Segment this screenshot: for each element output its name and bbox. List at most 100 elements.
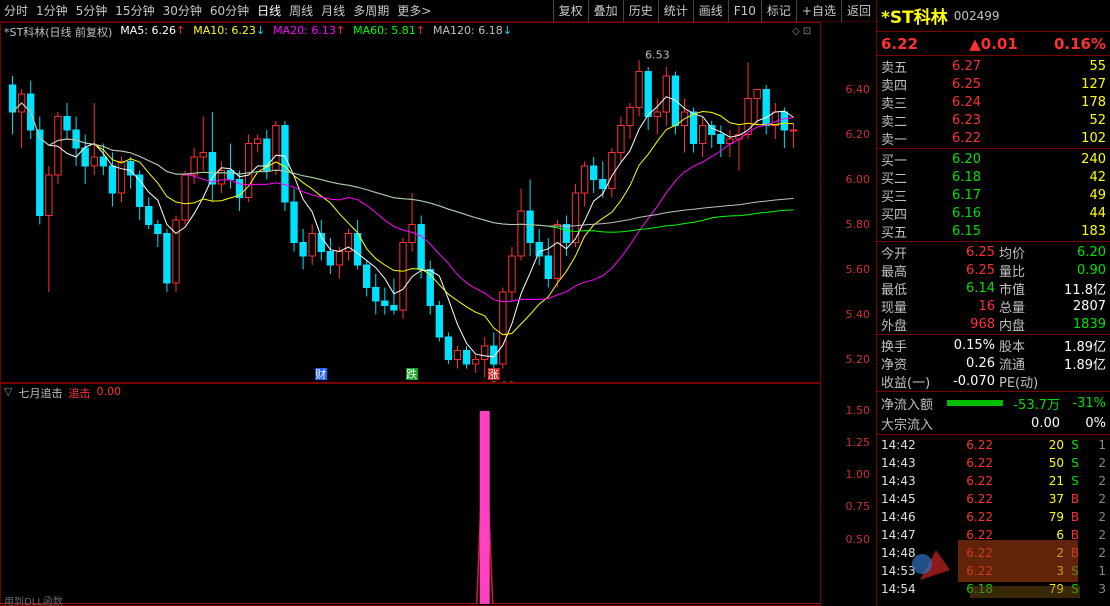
stat-label: 净资 <box>881 357 908 373</box>
tool-button-4[interactable]: 画线 <box>692 0 728 22</box>
tick-volume: 50 <box>1048 456 1064 470</box>
tick-row: 14:53 6.22 3 S 1 <box>877 562 1110 580</box>
tick-price: 6.22 <box>966 492 993 506</box>
stat-label: 外盘 <box>881 318 908 334</box>
candle-body <box>335 251 344 266</box>
tick-volume: 3 <box>1056 564 1064 578</box>
candle-body <box>190 156 198 176</box>
asks-label: 卖三 <box>881 96 908 112</box>
tick-time: 14:43 <box>881 456 916 470</box>
tick-count: 2 <box>1098 510 1106 524</box>
candle-body <box>90 156 98 167</box>
stat-label: 换手 <box>881 339 908 355</box>
asks-row[interactable]: 卖四 6.25 127 <box>877 75 1110 94</box>
bids-row[interactable]: 买五 6.15 183 <box>877 222 1110 241</box>
tick-side: B <box>1070 546 1080 560</box>
tab-period-1[interactable]: 1分钟 <box>32 0 72 22</box>
tool-button-2[interactable]: 历史 <box>622 0 658 22</box>
bids-volume: 49 <box>1089 187 1106 203</box>
tool-button-7[interactable]: +自选 <box>795 0 841 22</box>
candle-body <box>72 129 80 149</box>
candle-body <box>635 71 643 108</box>
stat-row: 现量 16 总量 2807 <box>877 297 1110 316</box>
candle-body <box>36 129 44 216</box>
bids-row[interactable]: 买三 6.17 49 <box>877 186 1110 205</box>
tick-count: 2 <box>1098 456 1106 470</box>
tab-period-10[interactable]: 更多> <box>393 0 435 22</box>
tab-period-7[interactable]: 周线 <box>285 0 317 22</box>
tab-period-3[interactable]: 15分钟 <box>111 0 158 22</box>
bids-row[interactable]: 买一 6.20 240 <box>877 150 1110 169</box>
tick-list[interactable]: 14:42 6.22 20 S 1 14:43 6.22 50 S 2 14:43 6.22 21 S 2 1… <box>877 435 1110 599</box>
bids-row[interactable]: 买二 6.18 42 <box>877 168 1110 187</box>
price-change-pct: 0.16% <box>1053 34 1106 53</box>
tick-count: 2 <box>1098 528 1106 542</box>
asks-price: 6.27 <box>952 58 981 74</box>
tab-period-2[interactable]: 5分钟 <box>72 0 112 22</box>
bids-label: 买三 <box>881 189 908 205</box>
tool-button-1[interactable]: 叠加 <box>587 0 623 22</box>
candle-body <box>363 264 371 288</box>
candle-body <box>290 201 298 243</box>
indicator-tick-label: 0.75 <box>845 500 871 514</box>
stats-table-2: 换手 0.15% 股本 1.89亿 净资 0.26 流通 1.89亿 收益(一) -0.070 PE… <box>877 335 1110 392</box>
candle-body <box>81 147 89 167</box>
tab-period-5[interactable]: 60分钟 <box>206 0 253 22</box>
net-flow-bar <box>947 400 1003 406</box>
asks-row[interactable]: 卖二 6.23 52 <box>877 111 1110 130</box>
tab-period-8[interactable]: 月线 <box>317 0 349 22</box>
candle-body <box>535 242 543 257</box>
stat-value: 1.89亿 <box>1064 339 1106 355</box>
price-tick-label: 5.40 <box>845 307 871 321</box>
asks-volume: 102 <box>1081 130 1106 146</box>
stat-value: 16 <box>978 298 995 314</box>
asks-row[interactable]: 卖一 6.22 102 <box>877 129 1110 148</box>
price-tick-label: 6.20 <box>845 127 871 141</box>
tab-period-4[interactable]: 30分钟 <box>159 0 206 22</box>
stat-value: 0.15% <box>953 337 995 353</box>
price-tick-label: 5.20 <box>845 352 871 366</box>
candle-body <box>762 89 770 126</box>
tick-row: 14:45 6.22 37 B 2 <box>877 490 1110 508</box>
stat-label: 总量 <box>999 300 1026 316</box>
tab-period-0[interactable]: 分时 <box>0 0 32 22</box>
tool-button-8[interactable]: 返回 <box>840 0 876 22</box>
bids-row[interactable]: 买四 6.16 44 <box>877 204 1110 223</box>
asks-row[interactable]: 卖三 6.24 178 <box>877 93 1110 112</box>
tick-time: 14:46 <box>881 510 916 524</box>
tick-time: 14:43 <box>881 474 916 488</box>
tool-button-0[interactable]: 复权 <box>552 0 588 22</box>
candlestick-chart[interactable]: 6.535.12财跌涨 <box>0 40 820 382</box>
tick-side: S <box>1071 456 1079 470</box>
candle-body <box>299 242 307 257</box>
tick-volume: 6 <box>1056 528 1064 542</box>
tool-button-3[interactable]: 统计 <box>657 0 693 22</box>
stat-value: 6.25 <box>966 244 995 260</box>
tick-side: B <box>1070 492 1080 506</box>
signal-line <box>0 410 820 604</box>
asks-row[interactable]: 卖五 6.27 55 <box>877 57 1110 76</box>
tick-volume: 2 <box>1056 546 1064 560</box>
indicator-chart[interactable] <box>0 398 820 604</box>
stat-value: 6.20 <box>1077 244 1106 260</box>
stat-row: 外盘 968 内盘 1839 <box>877 315 1110 334</box>
candle-body <box>281 125 289 203</box>
current-price: 6.22 <box>881 34 919 53</box>
stat-label: 量比 <box>999 264 1026 280</box>
high-price-label: 6.53 <box>645 48 670 61</box>
stock-name: *ST科林 <box>881 8 948 28</box>
tick-price: 6.22 <box>966 474 993 488</box>
tab-period-6[interactable]: 日线 <box>253 0 285 22</box>
money-flow: 净流入额 -53.7万 -31% 大宗流入 0.00 0% <box>877 392 1110 435</box>
candle-body <box>580 165 589 194</box>
flow-pct: -31% <box>1072 395 1106 411</box>
candle-body <box>435 305 443 338</box>
candle-body <box>117 161 126 194</box>
tool-button-5[interactable]: F10 <box>727 0 761 22</box>
candle-body <box>462 350 471 365</box>
tab-period-9[interactable]: 多周期 <box>349 0 393 22</box>
bids-label: 买一 <box>881 153 908 169</box>
tick-time: 14:53 <box>881 564 916 578</box>
tool-button-6[interactable]: 标记 <box>760 0 796 22</box>
asks-label: 卖一 <box>881 132 908 148</box>
